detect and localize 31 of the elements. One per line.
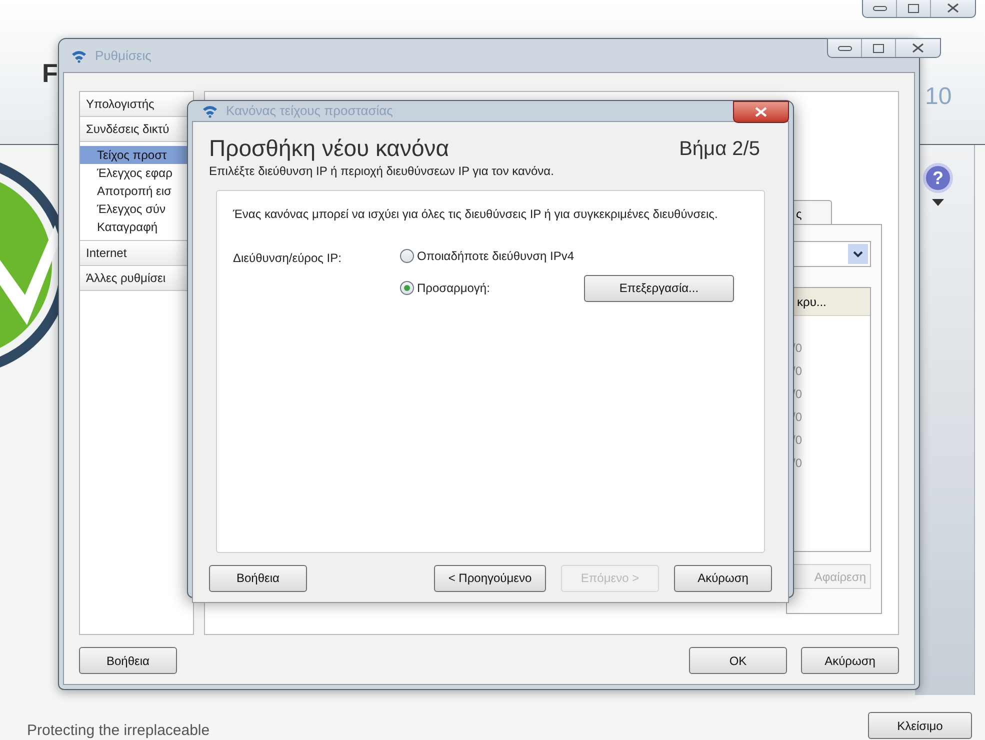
radio-button[interactable]: [400, 281, 414, 295]
dialog-button: Επόμενο >: [561, 564, 659, 592]
dialog-heading: Προσθήκη νέου κανόνα: [209, 134, 450, 162]
dropdown-arrow-icon[interactable]: [932, 199, 944, 206]
step-indicator: Βήμα 2/5: [679, 136, 760, 162]
radio-button[interactable]: [400, 248, 414, 262]
brand-text: F: [42, 57, 58, 90]
dialog-button[interactable]: OK: [689, 647, 787, 674]
dialog-button[interactable]: Βοήθεια: [209, 564, 307, 592]
dialog-button[interactable]: Βοήθεια: [79, 647, 177, 674]
radio-option[interactable]: Προσαρμογή:: [400, 279, 580, 297]
dialog-button[interactable]: < Προηγούμενο: [434, 564, 546, 592]
description-text: Ένας κανόνας μπορεί να ισχύει για όλες τις διευθύνσεις IP ή για συγκεκριμένες διευθύνσεις.: [233, 206, 719, 222]
dialog-button[interactable]: Ακύρωση: [801, 647, 899, 674]
chevron-down-icon: [848, 244, 868, 264]
radio-option[interactable]: Οποιαδήποτε διεύθυνση IPv4: [400, 246, 580, 264]
window-controls[interactable]: [827, 38, 941, 58]
close-button[interactable]: [733, 101, 789, 123]
dialog-button[interactable]: Ακύρωση: [674, 564, 772, 592]
close-button[interactable]: Κλείσιμο: [868, 712, 972, 739]
field-label: Διεύθυνση/εύρος IP:: [233, 250, 342, 266]
window-title: Κανόνας τείχους προστασίας: [226, 102, 393, 120]
brand-text: 10: [925, 82, 952, 112]
window-controls[interactable]: [862, 0, 976, 18]
wifi-logo-icon: [71, 48, 87, 62]
tagline: Protecting the irreplaceable: [27, 721, 210, 740]
dialog-subtitle: Επιλέξτε διεύθυνση IP ή περιοχή διευθύνσεων IP για τον κανόνα.: [209, 162, 555, 180]
edit-button[interactable]: Επεξεργασία...: [584, 274, 734, 302]
close-icon: [755, 107, 767, 117]
wifi-logo-icon: [202, 104, 218, 118]
window-title: Ρυθμίσεις: [95, 46, 152, 65]
